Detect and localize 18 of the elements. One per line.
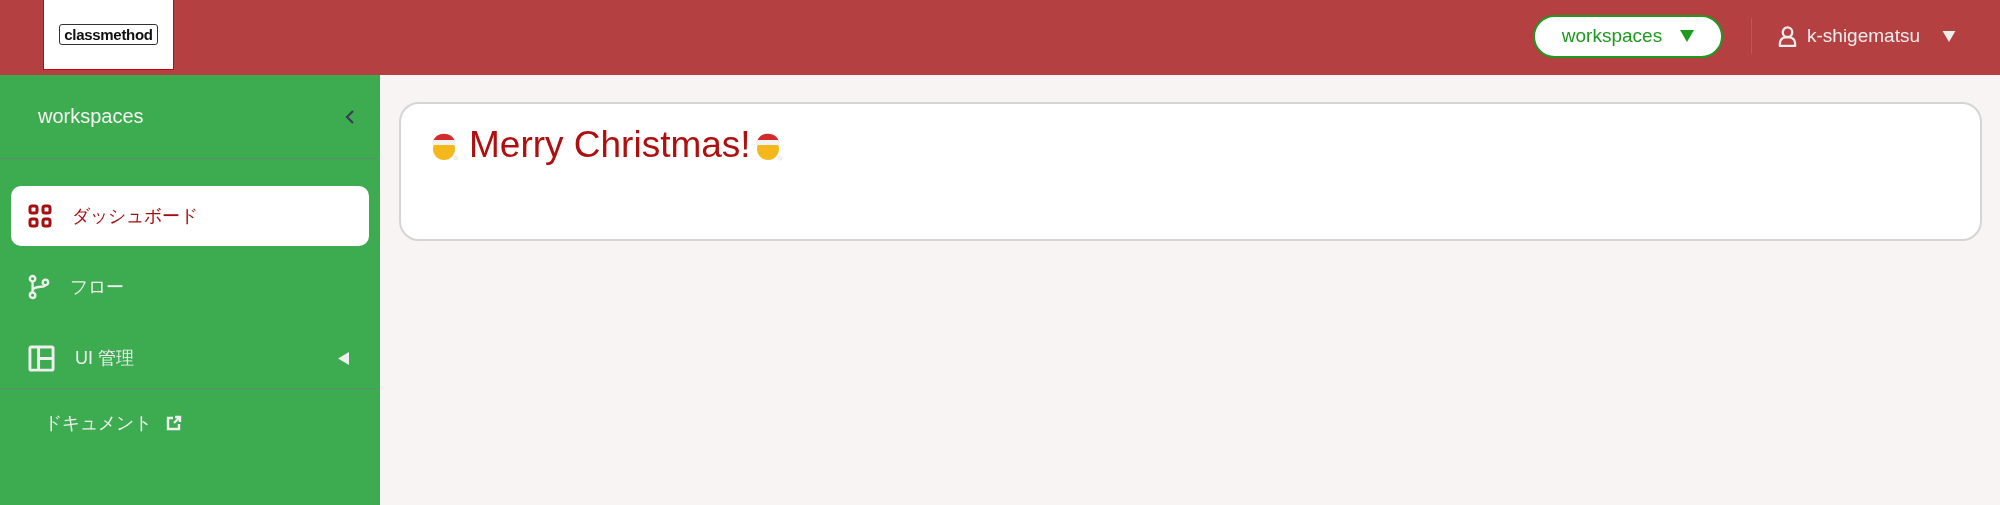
- user-menu[interactable]: k-shigematsu: [1778, 25, 1956, 47]
- documentation-link[interactable]: ドキュメント: [44, 411, 182, 435]
- logo-text: classmethod: [59, 24, 158, 45]
- user-icon: [1778, 25, 1797, 47]
- layout-icon: [28, 344, 55, 372]
- card-title: Merry Christmas!: [469, 124, 751, 166]
- workspace-dropdown[interactable]: workspaces: [1533, 14, 1723, 58]
- sidebar-title: workspaces: [38, 105, 144, 128]
- external-link-icon: [166, 415, 182, 431]
- caret-icon: [1680, 30, 1695, 42]
- nav-item[interactable]: UI 管理: [11, 328, 369, 388]
- grid-icon: [28, 204, 52, 228]
- nav-item[interactable]: ダッシュボード: [11, 186, 369, 246]
- branch-icon: [28, 274, 50, 300]
- logo[interactable]: classmethod: [43, 0, 174, 70]
- nav-item[interactable]: フロー: [11, 257, 369, 317]
- collapse-icon[interactable]: [345, 108, 355, 125]
- caret-icon: [1942, 30, 1956, 42]
